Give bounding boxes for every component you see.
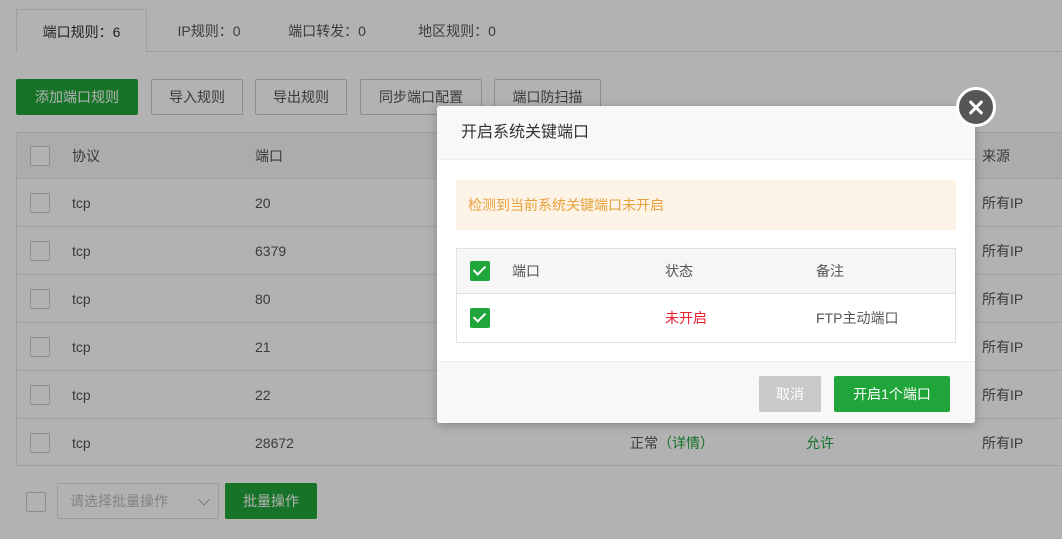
close-icon[interactable] <box>956 87 996 127</box>
warning-alert: 检测到当前系统关键端口未开启 <box>456 180 956 230</box>
select-all-ports-checkbox[interactable] <box>470 261 490 281</box>
enable-ports-button[interactable]: 开启1个端口 <box>834 376 950 412</box>
header-note: 备注 <box>816 263 844 279</box>
row-note: FTP主动端口 <box>816 310 899 326</box>
header-port: 端口 <box>512 263 540 279</box>
key-ports-header: 端口 状态 备注 <box>457 249 955 294</box>
dialog-title: 开启系统关键端口 <box>437 106 975 160</box>
key-ports-table: 端口 状态 备注 未开启 FTP主动端口 <box>456 248 956 343</box>
header-status: 状态 <box>665 263 693 279</box>
port-row-checkbox[interactable] <box>470 308 490 328</box>
dialog-footer: 取消 开启1个端口 <box>437 361 975 423</box>
list-item: 未开启 FTP主动端口 <box>457 294 955 342</box>
cancel-button[interactable]: 取消 <box>759 376 821 412</box>
row-status: 未开启 <box>665 310 707 326</box>
enable-key-ports-dialog: 开启系统关键端口 检测到当前系统关键端口未开启 端口 状态 备注 未开启 FTP… <box>437 106 975 423</box>
